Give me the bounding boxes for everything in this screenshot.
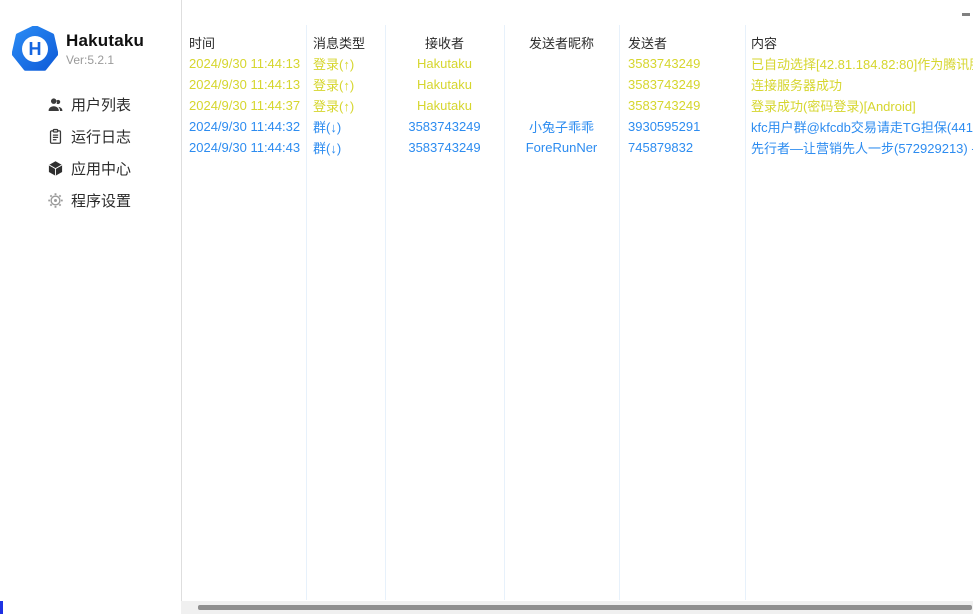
cell-receiver: Hakutaku bbox=[385, 56, 504, 71]
cell-sender: 3583743249 bbox=[619, 98, 745, 113]
horizontal-scrollbar[interactable] bbox=[181, 601, 973, 614]
column-header-nickname: 发送者昵称 bbox=[504, 33, 619, 52]
cell-content: 先行者—让营销先人一步(572929213) -> bbox=[745, 138, 973, 157]
table-header-row: 时间消息类型接收者发送者昵称发送者内容 bbox=[182, 32, 973, 53]
sidebar-item-label: 应用中心 bbox=[71, 158, 131, 179]
settings-icon bbox=[46, 191, 64, 209]
cell-content: 连接服务器成功 bbox=[745, 75, 973, 94]
cell-receiver: 3583743249 bbox=[385, 140, 504, 155]
app-brand: H Hakutaku Ver:5.2.1 bbox=[12, 26, 144, 72]
column-header-sender: 发送者 bbox=[619, 33, 745, 52]
sidebar-item-apps[interactable]: 应用中心 bbox=[46, 158, 131, 178]
cell-content: kfc用户群@kfcdb交易请走TG担保(44133 bbox=[745, 117, 973, 136]
sidebar-item-users[interactable]: 用户列表 bbox=[46, 94, 131, 114]
cell-sender: 3583743249 bbox=[619, 56, 745, 71]
minimize-button[interactable] bbox=[962, 13, 970, 16]
cell-time: 2024/9/30 11:44:13 bbox=[182, 56, 306, 71]
cell-type: 群(↓) bbox=[306, 138, 385, 157]
column-header-content: 内容 bbox=[745, 33, 973, 52]
cell-content: 登录成功(密码登录)[Android] bbox=[745, 96, 973, 115]
sidebar: H Hakutaku Ver:5.2.1 用户列表运行日志应用中心程序设置 bbox=[0, 0, 181, 601]
app-title: Hakutaku bbox=[66, 31, 144, 51]
sidebar-item-label: 运行日志 bbox=[71, 126, 131, 147]
column-header-receiver: 接收者 bbox=[385, 33, 504, 52]
cell-time: 2024/9/30 11:44:37 bbox=[182, 98, 306, 113]
column-header-time: 时间 bbox=[182, 33, 306, 52]
cell-receiver: 3583743249 bbox=[385, 119, 504, 134]
cell-receiver: Hakutaku bbox=[385, 98, 504, 113]
cell-type: 群(↓) bbox=[306, 117, 385, 136]
cell-receiver: Hakutaku bbox=[385, 77, 504, 92]
cell-type: 登录(↑) bbox=[306, 96, 385, 115]
users-icon bbox=[46, 95, 64, 113]
cell-sender: 745879832 bbox=[619, 140, 745, 155]
cell-type: 登录(↑) bbox=[306, 75, 385, 94]
cell-content: 已自动选择[42.81.184.82:80]作为腾讯服务器 bbox=[745, 54, 973, 73]
sidebar-item-label: 用户列表 bbox=[71, 94, 131, 115]
cell-time: 2024/9/30 11:44:32 bbox=[182, 119, 306, 134]
cell-time: 2024/9/30 11:44:43 bbox=[182, 140, 306, 155]
sidebar-menu: 用户列表运行日志应用中心程序设置 bbox=[46, 94, 131, 210]
log-icon bbox=[46, 127, 64, 145]
svg-text:H: H bbox=[29, 39, 42, 59]
log-table: 时间消息类型接收者发送者昵称发送者内容2024/9/30 11:44:13登录(… bbox=[182, 32, 973, 158]
app-logo-icon: H bbox=[12, 26, 58, 72]
table-row[interactable]: 2024/9/30 11:44:13登录(↑)Hakutaku 358374324… bbox=[182, 53, 973, 74]
cell-sender: 3583743249 bbox=[619, 77, 745, 92]
table-row[interactable]: 2024/9/30 11:44:37登录(↑)Hakutaku 358374324… bbox=[182, 95, 973, 116]
cell-time: 2024/9/30 11:44:13 bbox=[182, 77, 306, 92]
table-row[interactable]: 2024/9/30 11:44:32群(↓)3583743249小兔子乖乖393… bbox=[182, 116, 973, 137]
cell-sender: 3930595291 bbox=[619, 119, 745, 134]
sidebar-item-label: 程序设置 bbox=[71, 190, 131, 211]
cell-nickname: 小兔子乖乖 bbox=[504, 117, 619, 136]
cell-nickname: ForeRunNer bbox=[504, 140, 619, 155]
sidebar-item-settings[interactable]: 程序设置 bbox=[46, 190, 131, 210]
app-version: Ver:5.2.1 bbox=[66, 53, 144, 67]
sidebar-item-log[interactable]: 运行日志 bbox=[46, 126, 131, 146]
scrollbar-thumb[interactable] bbox=[198, 605, 972, 610]
table-row[interactable]: 2024/9/30 11:44:43群(↓)3583743249ForeRunN… bbox=[182, 137, 973, 158]
cell-type: 登录(↑) bbox=[306, 54, 385, 73]
column-header-type: 消息类型 bbox=[306, 33, 385, 52]
table-row[interactable]: 2024/9/30 11:44:13登录(↑)Hakutaku 358374324… bbox=[182, 74, 973, 95]
apps-icon bbox=[46, 159, 64, 177]
